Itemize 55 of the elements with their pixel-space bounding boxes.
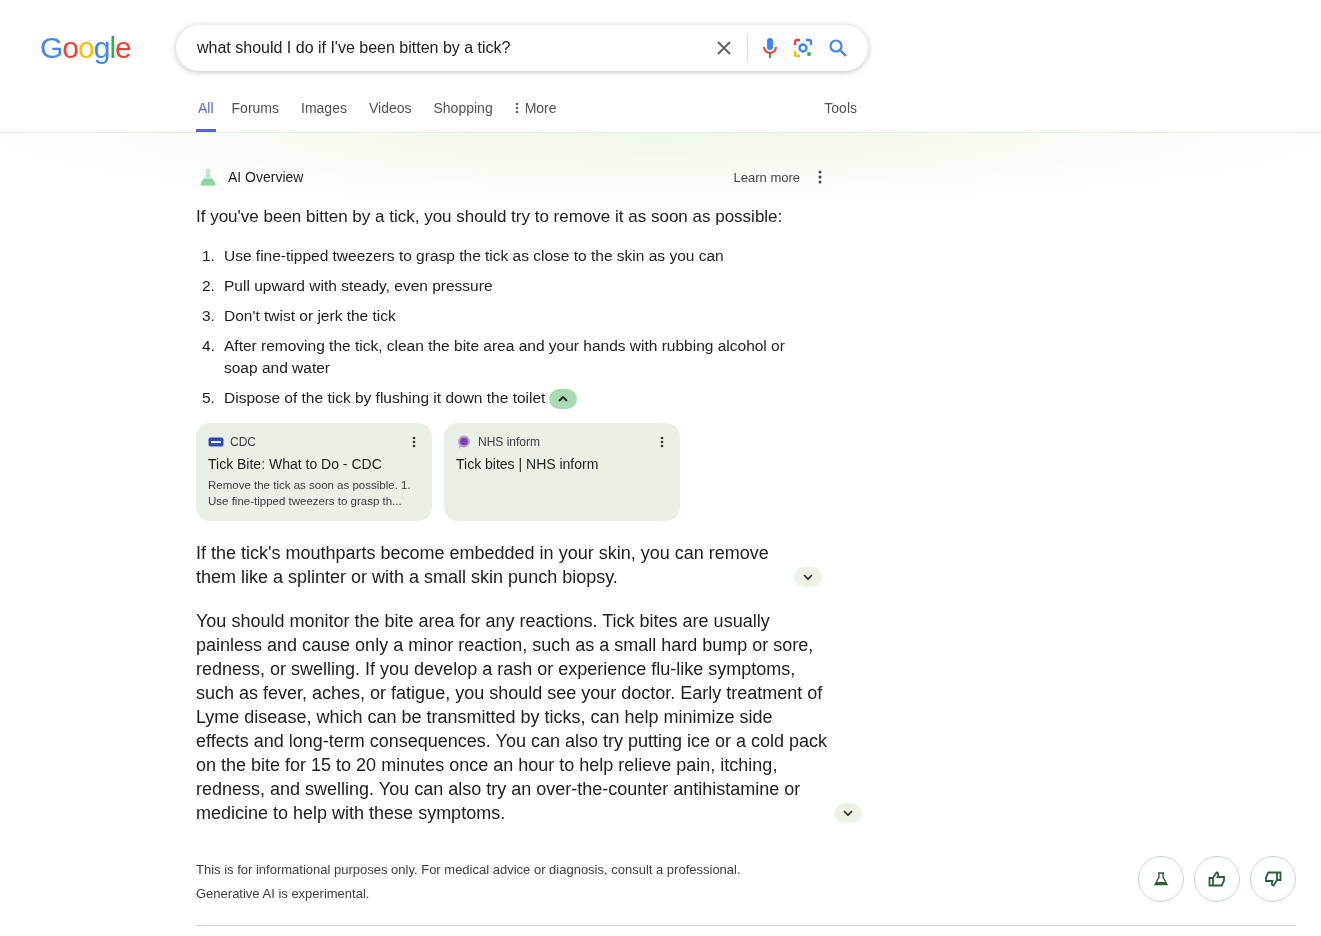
overview-paragraph: If the tick's mouthparts become embedded in your skin, you can remove them like a splinter or with a small skin punch biopsy. xyxy=(196,542,770,589)
thumbs-down-icon xyxy=(1264,871,1282,887)
collapse-toggle[interactable] xyxy=(549,388,578,409)
google-logo[interactable]: Google xyxy=(40,31,176,65)
step-text: Don't twist or jerk the tick xyxy=(224,307,396,324)
expand-toggle[interactable] xyxy=(794,567,822,587)
close-icon[interactable] xyxy=(715,39,733,57)
step-number: 1. xyxy=(201,246,216,266)
step-text: Use fine-tipped tweezers to grasp the tick as close to the skin as you can xyxy=(224,247,724,264)
search-tab[interactable]: Forums xyxy=(231,96,279,132)
source-snippet: Remove the tick as soon as possible. 1. Use fine-tipped tweezers to grasp th... xyxy=(208,478,412,509)
expand-toggle[interactable] xyxy=(834,803,862,823)
labs-button[interactable] xyxy=(1138,856,1184,902)
overview-paragraph: You should monitor the bite area for any reactions. Tick bites are usually painless and cause only a minor reaction, such as a small hard bump or sore, redness, or swelling. If you develop a rash or experience flu-like symptoms, such as fever, aches, or fatigue, you should see your doctor. Early treatment of Lyme disease, which can be transmitted by ticks, can help minimize side effects and long-term consequences. You can also try putting ice or a cold pack on the bite for 15 to 20 minutes once an hour to help relieve pain, itching, redness, and swelling. You can also try an over-the-counter antihistamine or medicine to help with these symptoms. xyxy=(196,610,828,825)
disclaimer-text: Generative AI is experimental. xyxy=(196,885,371,903)
step-number: 2. xyxy=(201,276,216,296)
tools-tab[interactable]: Tools xyxy=(824,96,857,132)
thumbs-up-button[interactable] xyxy=(1194,856,1240,902)
camera-icon[interactable] xyxy=(792,37,814,59)
caret-icon xyxy=(803,573,813,581)
thumbs-up-icon xyxy=(1208,871,1226,887)
overview-title: AI Overview xyxy=(228,169,304,185)
flask-icon xyxy=(198,167,218,187)
search-tab[interactable]: Images xyxy=(301,96,347,132)
more-options-icon[interactable] xyxy=(412,436,416,448)
disclaimer-text: This is for informational purposes only. For medical advice or diagnosis, consult a professional. xyxy=(196,861,741,879)
more-options-icon[interactable] xyxy=(818,170,822,184)
search-icon[interactable] xyxy=(828,38,848,58)
thumbs-down-icon-button[interactable] xyxy=(1250,856,1296,902)
source-title: Tick Bite: What to Do - CDC xyxy=(208,456,383,472)
site-logo-icon xyxy=(208,437,224,447)
caret-icon xyxy=(843,809,853,817)
source-card[interactable]: CDC Tick Bite: What to Do - CDC Remove the tick as soon as possible. 1. Use fine-tipped tweezers to grasp th... xyxy=(196,423,432,521)
search-tab[interactable]: More xyxy=(514,96,557,132)
step-text: After removing the tick, clean the bite area and your hands with rubbing alcohol or soap and water xyxy=(224,337,785,376)
step-number: 4. xyxy=(201,336,216,356)
learn-more-link[interactable]: Learn more xyxy=(733,169,800,185)
site-name: CDC xyxy=(230,435,256,449)
speech-bubble-icon xyxy=(456,434,472,450)
step-number: 3. xyxy=(201,306,216,326)
site-name: NHS inform xyxy=(478,435,540,449)
step-number: 5. xyxy=(201,388,216,408)
search-tab[interactable]: Videos xyxy=(368,96,412,132)
search-tab[interactable]: Shopping xyxy=(433,96,493,132)
source-card[interactable]: NHS inform Tick bites | NHS inform xyxy=(444,423,680,521)
intro-text: If you've been bitten by a tick, you should try to remove it as soon as possible: xyxy=(196,206,784,228)
step-text: Pull upward with steady, even pressure xyxy=(224,277,493,294)
step-text: Dispose of the tick by flushing it down the toilet xyxy=(224,389,546,406)
more-icon xyxy=(514,102,519,114)
search-field[interactable]: what should I do if I've been bitten by a tick? xyxy=(197,39,701,57)
flask-icon xyxy=(1154,872,1168,886)
source-title: Tick bites | NHS inform xyxy=(456,456,600,472)
more-options-icon[interactable] xyxy=(660,436,664,448)
microphone-icon[interactable] xyxy=(762,37,778,59)
caret-icon xyxy=(558,395,569,403)
